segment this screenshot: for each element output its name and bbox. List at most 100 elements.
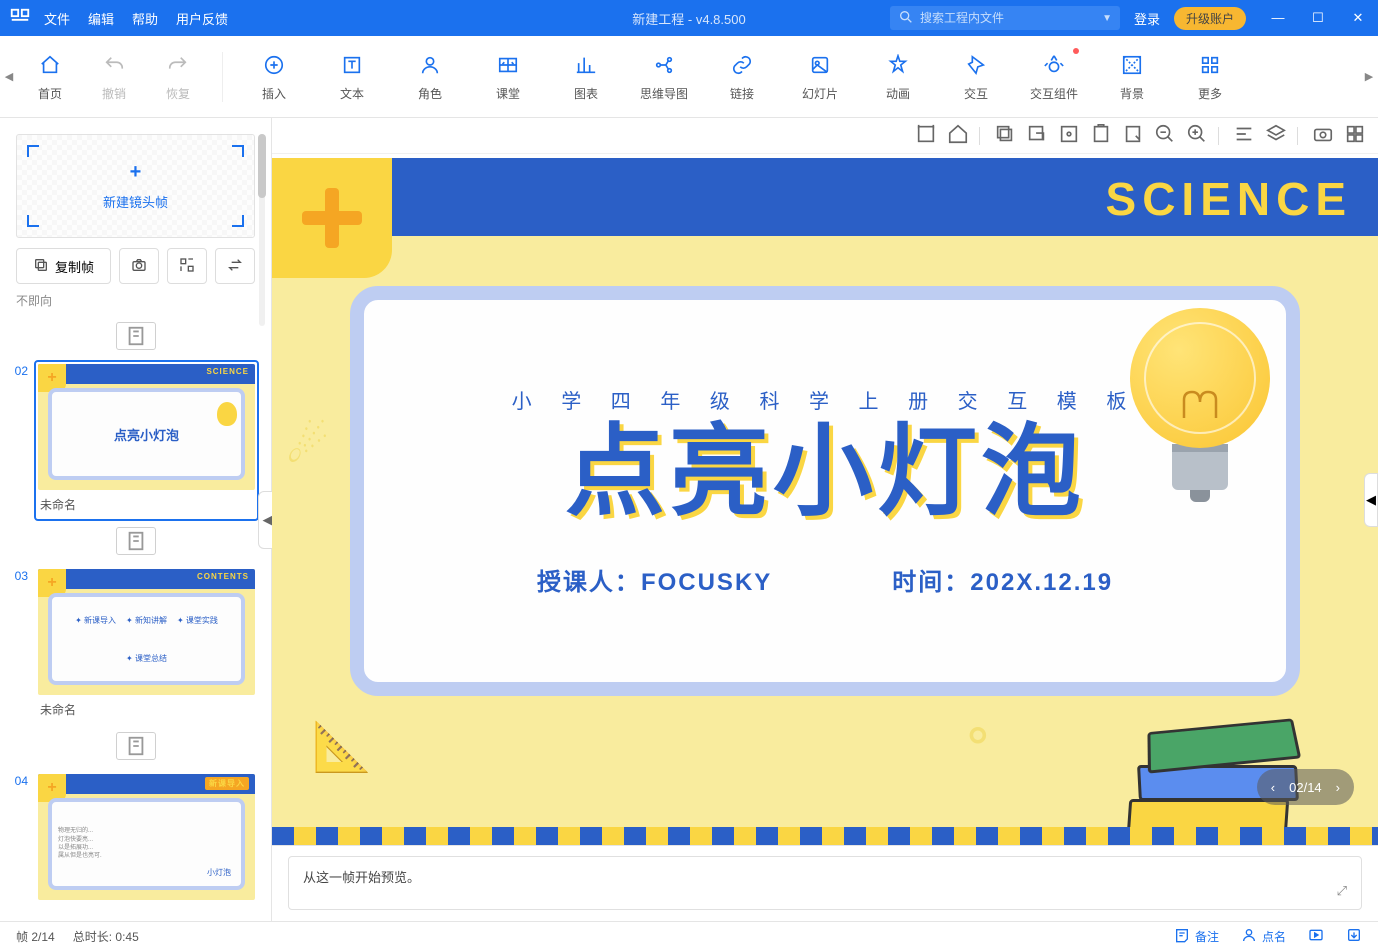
frame-counter: 帧 2/14 xyxy=(16,928,55,945)
tool-bg[interactable]: 背景 xyxy=(1093,36,1171,117)
duration: 总时长: 0:45 xyxy=(73,928,139,945)
time-badge[interactable] xyxy=(116,732,156,760)
time-badge[interactable] xyxy=(116,527,156,555)
teacher-info: 授课人：FOCUSKY xyxy=(537,562,772,597)
login-link[interactable]: 登录 xyxy=(1134,9,1160,28)
home-icon[interactable] xyxy=(947,123,965,148)
slide-next-icon[interactable]: › xyxy=(1336,780,1340,795)
thumb-number: 02 xyxy=(6,360,28,521)
thumb-card-04[interactable]: +新课导入物理无归的...灯泡快要亮...以是拓展功...属从但是也亮可.小灯泡 xyxy=(34,770,259,904)
frame-icon[interactable] xyxy=(915,123,933,148)
menu-edit[interactable]: 编辑 xyxy=(88,9,114,28)
home-icon xyxy=(36,51,64,79)
books-graphic xyxy=(1118,685,1318,835)
copy-frame-button[interactable]: 复制帧 xyxy=(16,248,111,284)
toolbar-scroll-right[interactable]: ▶ xyxy=(1360,36,1378,117)
preview-text-box[interactable]: 从这一帧开始预览。 ⤢ xyxy=(288,856,1362,910)
maximize-button[interactable]: ☐ xyxy=(1308,10,1328,26)
notes-icon xyxy=(1174,927,1190,946)
duplicate-icon[interactable] xyxy=(1026,123,1044,148)
tool-role[interactable]: 角色 xyxy=(391,36,469,117)
tool-slide[interactable]: 幻灯片 xyxy=(781,36,859,117)
link-icon xyxy=(728,51,756,79)
tool-chart[interactable]: 图表 xyxy=(547,36,625,117)
lightbulb-graphic xyxy=(1130,308,1270,498)
thumb-card-02[interactable]: +SCIENCE点亮小灯泡 未命名 xyxy=(34,360,259,521)
cut-icon[interactable] xyxy=(1058,123,1076,148)
qr-button[interactable] xyxy=(167,248,207,284)
tool-interact[interactable]: 交互 xyxy=(937,36,1015,117)
copy-canvas-icon[interactable] xyxy=(994,123,1012,148)
tool-label: 插入 xyxy=(262,85,286,102)
expand-icon[interactable]: ⤢ xyxy=(1337,883,1347,899)
titlebar: 文件 编辑 帮助 用户反馈 新建工程 - v4.8.500 ▼ 登录 升级账户 … xyxy=(0,0,1378,36)
slide-prev-icon[interactable]: ‹ xyxy=(1271,780,1275,795)
slide-topbar: SCIENCE xyxy=(272,158,1378,236)
panel-scrollbar[interactable] xyxy=(257,134,267,326)
thumb-row: 03 +CONTENTS✦ 新课导入✦ 新知讲解✦ 课堂实践✦ 课堂总结 未命名 xyxy=(0,561,271,726)
search-box[interactable]: ▼ xyxy=(890,6,1120,30)
swap-button[interactable] xyxy=(215,248,255,284)
time-info: 时间：202X.12.19 xyxy=(892,562,1113,597)
thumb-card-03[interactable]: +CONTENTS✦ 新课导入✦ 新知讲解✦ 课堂实践✦ 课堂总结 未命名 xyxy=(34,565,259,726)
close-button[interactable]: ✕ xyxy=(1348,10,1368,26)
minimize-button[interactable]: — xyxy=(1268,10,1288,26)
paste-icon[interactable] xyxy=(1090,123,1108,148)
tool-class[interactable]: 课堂 xyxy=(469,36,547,117)
tool-label: 文本 xyxy=(340,85,364,102)
new-frame-button[interactable]: + 新建镜头帧 xyxy=(16,134,255,238)
chevron-down-icon[interactable]: ▼ xyxy=(1102,13,1112,24)
tool-label: 撤销 xyxy=(102,85,126,102)
tool-redo[interactable]: 恢复 xyxy=(146,36,210,117)
tool-undo[interactable]: 撤销 xyxy=(82,36,146,117)
slide-nav-pill[interactable]: ‹ 02/14 › xyxy=(1257,769,1354,805)
menu-feedback[interactable]: 用户反馈 xyxy=(176,9,228,28)
time-badge[interactable] xyxy=(116,322,156,350)
truncated-label: 不即向 xyxy=(0,292,271,308)
tool-text[interactable]: 文本 xyxy=(313,36,391,117)
menu-help[interactable]: 帮助 xyxy=(132,9,158,28)
swap-icon xyxy=(227,257,243,276)
slide-science-label: SCIENCE xyxy=(1106,172,1352,226)
tool-anim[interactable]: 动画 xyxy=(859,36,937,117)
export-button[interactable] xyxy=(1346,927,1362,946)
mindmap-icon xyxy=(650,51,678,79)
notification-dot xyxy=(1073,48,1079,54)
menu-file[interactable]: 文件 xyxy=(44,9,70,28)
toolbar-scroll-left[interactable]: ◀ xyxy=(0,36,18,117)
canvas-viewport[interactable]: SCIENCE ☄ 📐 ⚬ 小 学 四 年 级 科 学 上 册 交 互 模 板 … xyxy=(272,154,1378,845)
align-icon[interactable] xyxy=(1233,123,1251,148)
time-separator xyxy=(0,316,271,356)
paste-alt-icon[interactable] xyxy=(1122,123,1140,148)
tool-widget[interactable]: 交互组件 xyxy=(1015,36,1093,117)
person-icon xyxy=(1241,927,1257,946)
layers-icon[interactable] xyxy=(1265,123,1283,148)
tool-insert[interactable]: 插入 xyxy=(235,36,313,117)
qr-icon xyxy=(179,257,195,276)
zoom-in-icon[interactable] xyxy=(1186,123,1204,148)
rollcall-button[interactable]: 点名 xyxy=(1241,927,1286,946)
grid-icon[interactable] xyxy=(1344,123,1362,148)
canvas-toolbar xyxy=(272,118,1378,154)
zoom-out-icon[interactable] xyxy=(1154,123,1172,148)
play-icon xyxy=(1308,927,1324,946)
tool-home[interactable]: 首页 xyxy=(18,36,82,117)
time-separator xyxy=(0,726,271,766)
toolbar: ◀ 首页撤销恢复插入文本角色课堂图表思维导图链接幻灯片动画交互交互组件背景更多 … xyxy=(0,36,1378,118)
app-logo-icon xyxy=(0,7,40,29)
slide-counter: 02/14 xyxy=(1289,780,1322,795)
camera-button[interactable] xyxy=(119,248,159,284)
tool-more[interactable]: 更多 xyxy=(1171,36,1249,117)
search-input[interactable] xyxy=(920,11,1096,25)
play-button[interactable] xyxy=(1308,927,1324,946)
upgrade-button[interactable]: 升级账户 xyxy=(1174,7,1246,30)
tool-mindmap[interactable]: 思维导图 xyxy=(625,36,703,117)
right-panel-toggle[interactable]: ◀ xyxy=(1364,473,1378,527)
slide-icon xyxy=(806,51,834,79)
window-title: 新建工程 - v4.8.500 xyxy=(632,9,745,28)
undo-icon xyxy=(100,51,128,79)
notes-button[interactable]: 备注 xyxy=(1174,927,1219,946)
camera-canvas-icon[interactable] xyxy=(1312,123,1330,148)
tool-link[interactable]: 链接 xyxy=(703,36,781,117)
tool-label: 背景 xyxy=(1120,85,1144,102)
